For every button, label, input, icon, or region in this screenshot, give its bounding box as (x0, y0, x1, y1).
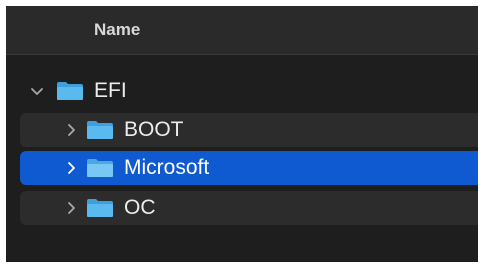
folder-label: BOOT (124, 118, 184, 141)
folder-label: Microsoft (124, 156, 210, 179)
folder-label: EFI (94, 79, 127, 102)
folder-icon (56, 81, 84, 101)
tree-row-microsoft[interactable]: Microsoft (20, 151, 478, 185)
chevron-right-icon[interactable] (64, 201, 78, 215)
folder-icon (86, 120, 114, 140)
column-header[interactable]: Name (6, 6, 478, 55)
chevron-right-icon[interactable] (64, 123, 78, 137)
finder-window: Name EFI BOOT Microsoft OC (6, 6, 478, 262)
chevron-down-icon[interactable] (30, 84, 44, 98)
folder-icon (86, 158, 114, 178)
name-column-header[interactable]: Name (94, 20, 140, 40)
tree-row-oc[interactable]: OC (20, 191, 478, 225)
folder-label: OC (124, 196, 156, 219)
chevron-right-icon[interactable] (64, 161, 78, 175)
tree-row-boot[interactable]: BOOT (20, 113, 478, 147)
tree-row-efi[interactable]: EFI (20, 74, 478, 108)
folder-icon (86, 198, 114, 218)
